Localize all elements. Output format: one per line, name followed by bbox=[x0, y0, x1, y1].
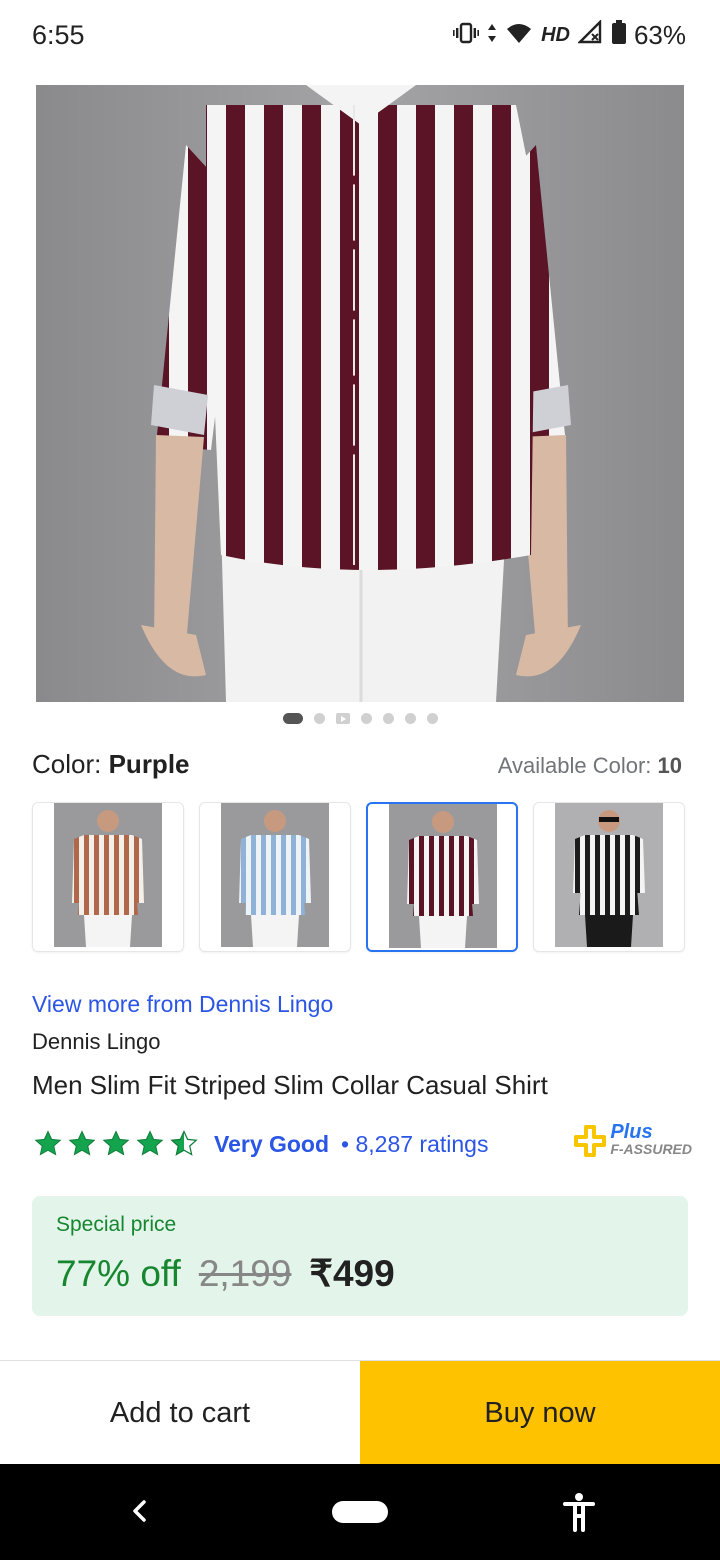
assured-plus-text: Plus bbox=[610, 1121, 653, 1143]
price-card: Special price 77% off 2,199 ₹499 bbox=[32, 1196, 688, 1316]
available-colors: Available Color: 10 bbox=[498, 753, 682, 779]
swatch-image bbox=[221, 803, 329, 947]
add-to-cart-button[interactable]: Add to cart bbox=[0, 1361, 360, 1465]
system-nav-bar bbox=[0, 1464, 720, 1560]
product-image[interactable] bbox=[36, 85, 684, 702]
price-line: 77% off 2,199 ₹499 bbox=[56, 1252, 395, 1295]
battery-level: 63% bbox=[633, 20, 686, 50]
original-price: 2,199 bbox=[198, 1253, 292, 1294]
swatch-image bbox=[54, 803, 162, 947]
brand-name: Dennis Lingo bbox=[32, 1029, 161, 1054]
action-bar: Add to cart Buy now bbox=[0, 1360, 720, 1465]
ratings-count: • 8,287 ratings bbox=[341, 1130, 489, 1157]
color-swatches bbox=[32, 802, 685, 952]
swatch-image bbox=[389, 804, 497, 948]
color-swatch-purple[interactable] bbox=[366, 802, 518, 952]
accessibility-icon[interactable] bbox=[562, 1492, 596, 1537]
star-full-icon bbox=[136, 1130, 164, 1156]
status-icons: HD 63% bbox=[453, 19, 686, 51]
color-swatch-black[interactable] bbox=[533, 802, 685, 952]
star-half-icon bbox=[170, 1130, 198, 1156]
rating-stars bbox=[32, 1129, 200, 1159]
vibrate-icon bbox=[453, 20, 480, 51]
product-title: Men Slim Fit Striped Slim Collar Casual … bbox=[32, 1070, 548, 1100]
star-full-icon bbox=[34, 1130, 62, 1156]
star-full-icon bbox=[102, 1130, 130, 1156]
wifi-icon bbox=[505, 20, 533, 51]
rating-label: Very Good bbox=[214, 1130, 330, 1157]
assured-label: F-ASSURED bbox=[610, 1141, 692, 1157]
pager-dot[interactable] bbox=[360, 713, 372, 724]
pager-dot[interactable] bbox=[313, 713, 325, 724]
plus-assured-icon bbox=[574, 1125, 607, 1157]
available-count: 10 bbox=[657, 753, 682, 778]
network-type: HD bbox=[541, 24, 570, 46]
buy-now-button[interactable]: Buy now bbox=[360, 1361, 720, 1465]
available-label: Available Color: bbox=[497, 753, 652, 778]
pager-dot[interactable] bbox=[382, 713, 394, 724]
f-assured-badge: Plus F-ASSURED bbox=[574, 1121, 692, 1158]
image-pager[interactable] bbox=[0, 713, 720, 724]
pager-video-icon[interactable] bbox=[335, 713, 350, 724]
signal-icon bbox=[577, 19, 604, 51]
status-time: 6:55 bbox=[32, 20, 85, 50]
color-value: Purple bbox=[108, 749, 190, 779]
battery-icon bbox=[611, 20, 626, 51]
color-swatch-light-blue[interactable] bbox=[199, 802, 351, 952]
back-icon[interactable] bbox=[126, 1494, 152, 1533]
color-swatch-brown[interactable] bbox=[32, 802, 184, 952]
special-price-label: Special price bbox=[56, 1213, 177, 1236]
discount-percent: 77% off bbox=[56, 1253, 181, 1294]
pager-dot-active[interactable] bbox=[282, 713, 303, 724]
data-arrows-icon bbox=[487, 20, 497, 51]
view-more-brand-link[interactable]: View more from Dennis Lingo bbox=[32, 991, 333, 1018]
color-label: Color: Purple bbox=[32, 749, 190, 780]
color-label-text: Color: bbox=[32, 749, 102, 779]
star-full-icon bbox=[68, 1130, 96, 1156]
pager-dot[interactable] bbox=[404, 713, 416, 724]
color-row: Color: Purple Available Color: 10 bbox=[32, 747, 682, 787]
home-pill-icon[interactable] bbox=[332, 1501, 388, 1523]
final-price: ₹499 bbox=[309, 1253, 395, 1294]
rating-row[interactable]: Very Good • 8,287 ratings Plus F-ASSURED bbox=[32, 1121, 692, 1164]
swatch-image bbox=[555, 803, 663, 947]
status-bar: 6:55 HD 63% bbox=[0, 0, 720, 72]
pager-dot[interactable] bbox=[426, 713, 438, 724]
product-image-illustration bbox=[141, 85, 581, 702]
